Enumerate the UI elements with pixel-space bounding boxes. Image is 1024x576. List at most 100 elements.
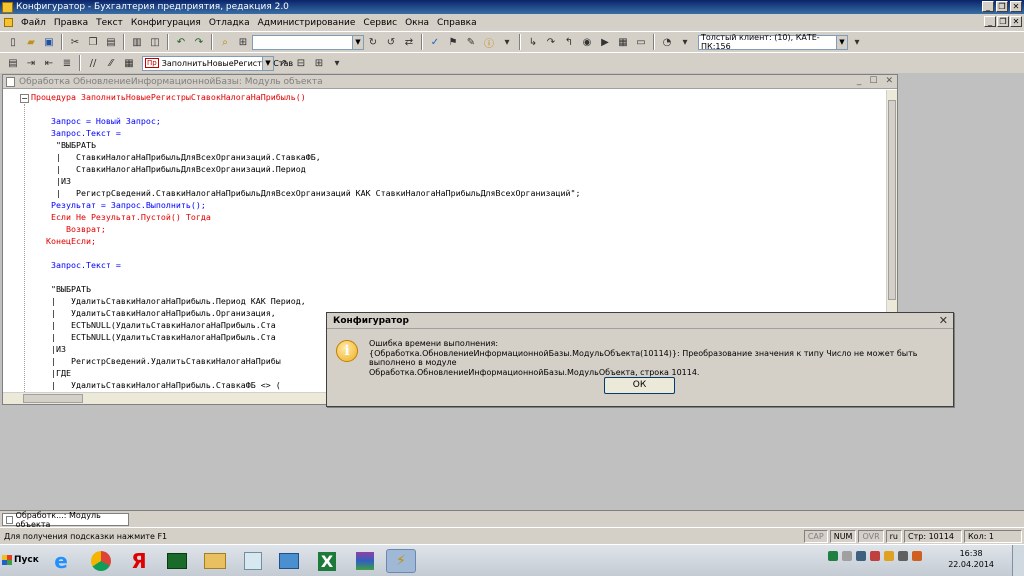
menu-file[interactable]: Файл (17, 18, 50, 28)
menu-help[interactable]: Справка (433, 18, 481, 28)
find-icon[interactable]: ⌕ (218, 35, 232, 49)
dropdown-small-icon[interactable]: ▾ (850, 35, 864, 49)
tray-misc-icon[interactable] (912, 551, 922, 561)
close-button[interactable]: ✕ (1010, 1, 1022, 12)
code-line[interactable]: | УдалитьСтавкиНалогаНаПрибыль.Период КА… (31, 295, 887, 307)
tray-flag-icon[interactable] (884, 551, 894, 561)
code-line[interactable] (31, 103, 887, 115)
yandex-browser-icon[interactable]: Я (124, 549, 154, 573)
info-icon[interactable]: ⓘ (482, 35, 496, 50)
wizard-icon[interactable]: ✎ (464, 35, 478, 49)
code-line[interactable]: Запрос = Новый Запрос; (31, 115, 887, 127)
collapse-all-icon[interactable]: ⊟ (294, 56, 308, 70)
start-button[interactable]: Пуск (2, 549, 40, 571)
watch-icon[interactable]: ▦ (616, 35, 630, 49)
notes-icon[interactable] (238, 549, 268, 573)
menu-service[interactable]: Сервис (359, 18, 401, 28)
tab-module[interactable]: Обработк...: Модуль объекта (2, 511, 129, 529)
menu-text[interactable]: Текст (92, 18, 127, 28)
chevron-down-icon[interactable]: ▼ (836, 35, 847, 49)
module-window-caption[interactable]: Обработка ОбновлениеИнформационнойБазы: … (3, 75, 897, 89)
code-line[interactable]: Результат = Запрос.Выполнить(); (31, 199, 887, 211)
print-icon[interactable]: ▥ (130, 35, 144, 49)
bookmark-icon[interactable]: ⚑ (446, 35, 460, 49)
find-in-files-icon[interactable]: ⊞ (236, 35, 250, 49)
clock-icon[interactable]: ◔ (660, 35, 674, 49)
module-close-button[interactable]: ✕ (885, 76, 893, 86)
tray-security-icon[interactable] (870, 551, 880, 561)
code-line[interactable]: |ИЗ (31, 175, 887, 187)
code-line[interactable]: "ВЫБРАТЬ (31, 139, 887, 151)
comment-icon[interactable]: // (86, 56, 100, 70)
tray-app-icon[interactable] (828, 551, 838, 561)
expand-all-icon[interactable]: ⊞ (312, 56, 326, 70)
dropdown-small-icon[interactable]: ▾ (500, 35, 514, 49)
syntax-check-icon[interactable]: ✓ (428, 35, 442, 49)
evaluate-icon[interactable]: ▭ (634, 35, 648, 49)
tray-network-icon[interactable] (856, 551, 866, 561)
client-combo[interactable]: Толстый клиент: (10), КАТЕ-ПК:156 ▼ (698, 33, 848, 51)
chevron-down-icon[interactable]: ▼ (352, 35, 363, 49)
mdi-system-icon[interactable] (4, 18, 13, 27)
code-line[interactable]: Если Не Результат.Пустой() Тогда (31, 211, 887, 223)
mdi-restore-button[interactable]: ❐ (997, 16, 1009, 27)
mdi-minimize-button[interactable]: _ (984, 16, 996, 27)
excel-icon[interactable]: X (312, 549, 342, 573)
menu-debug[interactable]: Отладка (205, 18, 254, 28)
code-line[interactable]: Запрос.Текст = (31, 259, 887, 271)
dropdown-small-icon[interactable]: ▾ (678, 35, 692, 49)
terminal-icon[interactable] (162, 549, 192, 573)
open-folder-icon[interactable]: ▰ (24, 35, 38, 49)
scroll-thumb[interactable] (888, 100, 896, 300)
dialog-caption[interactable]: Конфигуратор ✕ (327, 313, 953, 329)
align-icon[interactable]: ≣ (60, 56, 74, 70)
show-desktop-button[interactable] (1012, 545, 1024, 576)
print-preview-icon[interactable]: ◫ (148, 35, 162, 49)
new-file-icon[interactable]: ▯ (6, 35, 20, 49)
minimize-button[interactable]: _ (982, 1, 994, 12)
chevron-down-icon[interactable]: ▼ (262, 56, 273, 70)
rdp-icon[interactable] (274, 549, 304, 573)
breakpoint-icon[interactable]: ◉ (580, 35, 594, 49)
paste-icon[interactable]: ▤ (104, 35, 118, 49)
ie-icon[interactable]: e (46, 549, 76, 573)
chrome-icon[interactable] (86, 549, 116, 573)
maximize-button[interactable]: ❐ (996, 1, 1008, 12)
code-line[interactable]: "ВЫБРАТЬ (31, 283, 887, 295)
module-icon[interactable]: ▤ (6, 56, 20, 70)
debug-step-into-icon[interactable]: ↳ (526, 35, 540, 49)
redo-icon[interactable]: ↷ (192, 35, 206, 49)
scroll-thumb[interactable] (23, 394, 83, 403)
menu-configuration[interactable]: Конфигурация (127, 18, 205, 28)
code-line[interactable]: Запрос.Текст = (31, 127, 887, 139)
debug-continue-icon[interactable]: ▶ (598, 35, 612, 49)
find-next-icon[interactable]: ↻ (366, 35, 380, 49)
code-line[interactable]: Возврат; (31, 223, 887, 235)
ok-button[interactable]: ОК (604, 377, 675, 394)
find-prev-icon[interactable]: ↺ (384, 35, 398, 49)
procedure-combo[interactable]: Пр ЗаполнитьНовыеРегистрыСтав ▼ (142, 55, 293, 71)
cut-icon[interactable]: ✂ (68, 35, 82, 49)
tray-keyboard-icon[interactable] (842, 551, 852, 561)
1c-configurator-icon[interactable]: ⚡ (386, 549, 416, 573)
module-maximize-button[interactable]: ☐ (869, 76, 877, 86)
module-minimize-button[interactable]: _ (857, 76, 862, 86)
code-line[interactable] (31, 247, 887, 259)
winrar-icon[interactable] (350, 549, 380, 573)
mdi-close-button[interactable]: ✕ (1010, 16, 1022, 27)
undo-icon[interactable]: ↶ (174, 35, 188, 49)
outdent-icon[interactable]: ⇤ (42, 56, 56, 70)
replace-icon[interactable]: ⇄ (402, 35, 416, 49)
debug-step-out-icon[interactable]: ↰ (562, 35, 576, 49)
save-icon[interactable]: ▣ (42, 35, 56, 49)
explorer-folder-icon[interactable] (200, 549, 230, 573)
dropdown-small-icon[interactable]: ▾ (330, 56, 344, 70)
copy-icon[interactable]: ❐ (86, 35, 100, 49)
debug-step-over-icon[interactable]: ↷ (544, 35, 558, 49)
dialog-close-icon[interactable]: ✕ (939, 314, 948, 327)
code-line[interactable]: Процедура ЗаполнитьНовыеРегистрыСтавокНа… (31, 91, 887, 103)
code-line[interactable]: | СтавкиНалогаНаПрибыльДляВсехОрганизаци… (31, 163, 887, 175)
status-lang[interactable]: ru (885, 529, 902, 543)
tray-volume-icon[interactable] (898, 551, 908, 561)
clock[interactable]: 16:38 22.04.2014 (948, 548, 994, 570)
